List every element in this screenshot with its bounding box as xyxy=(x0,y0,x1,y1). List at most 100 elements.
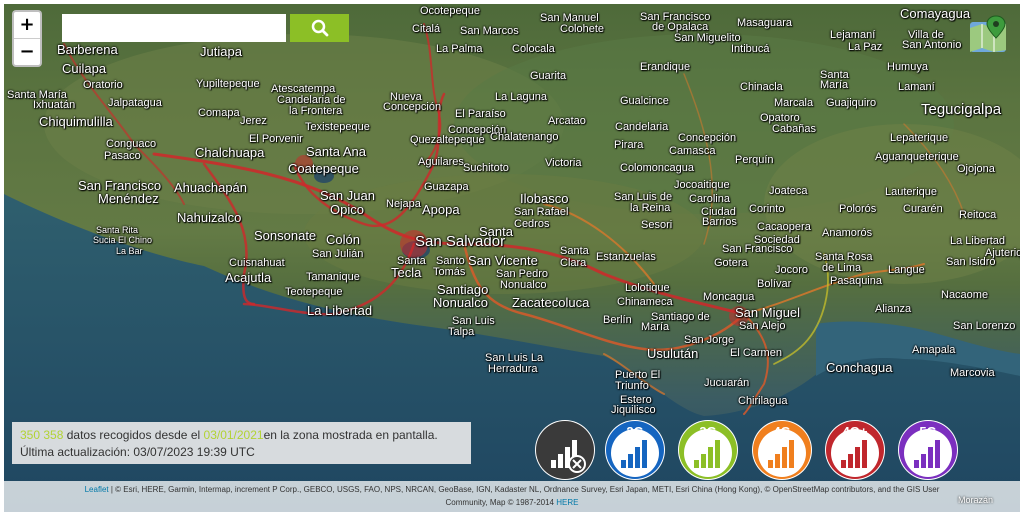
place-label: Morazán xyxy=(958,495,994,505)
place-label: Herradura xyxy=(488,363,538,375)
place-label: La Libertad xyxy=(307,303,373,318)
place-label: Perquín xyxy=(735,154,774,166)
tech-button-5g[interactable]: 5G xyxy=(898,420,958,480)
place-label: Ahuachapán xyxy=(174,180,248,195)
place-label: Cuisnahuat xyxy=(229,257,285,269)
place-label: Conchagua xyxy=(826,360,893,375)
place-label: la Reina xyxy=(630,202,671,214)
place-label: María xyxy=(641,321,670,333)
place-label: Candelaria xyxy=(615,121,669,133)
tech-button-none[interactable] xyxy=(535,420,595,480)
place-label: Masaguara xyxy=(737,17,793,29)
zoom-control: + − xyxy=(12,10,42,67)
map-layers-button[interactable] xyxy=(968,14,1008,54)
place-label: La Palma xyxy=(436,43,483,55)
place-label: Marcala xyxy=(774,97,814,109)
place-label: Santa Ana xyxy=(306,144,366,159)
place-label: Comayagua xyxy=(900,6,971,21)
place-label: Jalpatagua xyxy=(108,97,162,109)
place-label: Nonualco xyxy=(433,295,488,310)
place-label: Suchitoto xyxy=(463,162,509,174)
place-label: Lepaterique xyxy=(890,132,949,144)
place-label: Jiquilisco xyxy=(611,404,656,416)
place-label: Clara xyxy=(560,257,587,269)
tech-button-4g[interactable]: 4G xyxy=(752,420,812,480)
place-label: de Lima xyxy=(822,262,862,274)
place-label: Pirara xyxy=(614,139,644,151)
place-label: Tegucigalpa xyxy=(921,101,1002,118)
tech-button-3g[interactable]: 3G xyxy=(678,420,738,480)
place-label: Corinto xyxy=(749,203,785,215)
place-label: San Miguel xyxy=(735,305,801,320)
attribution: Leaflet | © Esri, HERE, Garmin, Intermap… xyxy=(4,481,1020,512)
place-label: Tomás xyxy=(433,266,466,278)
place-label: Santa xyxy=(560,245,589,257)
place-label: Jucuarán xyxy=(704,377,750,389)
search-button[interactable] xyxy=(290,14,349,42)
tech-label: 4G+ xyxy=(842,424,868,439)
place-label: Chinameca xyxy=(617,296,673,308)
place-label: La Laguna xyxy=(495,91,547,103)
search-input[interactable] xyxy=(62,14,286,42)
place-label: Texistepeque xyxy=(305,121,370,133)
zoom-in-button[interactable]: + xyxy=(14,12,40,39)
place-label: Sucia El Chino xyxy=(93,235,153,245)
place-label: Ocotepeque xyxy=(420,5,480,17)
place-label: Aguilares xyxy=(418,156,464,168)
place-label: Ojojona xyxy=(957,163,995,175)
place-label: San Juan xyxy=(320,188,375,203)
place-label: Quezaltepeque xyxy=(410,134,485,146)
place-label: Nacaome xyxy=(941,289,989,301)
place-label: Cacaopera xyxy=(757,221,811,233)
tech-label: 2G xyxy=(626,424,644,439)
place-label: El Carmen xyxy=(730,347,782,359)
info-text-1: datos recogidos desde el xyxy=(66,428,201,442)
place-label: Tecla xyxy=(391,265,422,280)
place-label: Sonsonate xyxy=(254,228,317,243)
place-label: Santa xyxy=(479,224,513,239)
data-count: 350 358 xyxy=(20,428,64,442)
place-label: La Libertad xyxy=(950,235,1006,247)
data-start-date: 03/01/2021 xyxy=(203,428,264,442)
place-label: El Porvenir xyxy=(249,133,303,145)
place-label: Coatepeque xyxy=(288,161,359,176)
here-link[interactable]: HERE xyxy=(556,498,578,507)
place-label: Marcovia xyxy=(950,367,995,379)
leaflet-link[interactable]: Leaflet xyxy=(85,485,109,494)
place-label: Arcatao xyxy=(548,115,586,127)
search-box xyxy=(62,14,349,42)
place-label: Barrios xyxy=(702,216,737,228)
place-label: Comapa xyxy=(198,107,240,119)
place-label: San Rafael xyxy=(514,206,569,218)
place-label: Lauterique xyxy=(885,186,937,198)
place-label: Moncagua xyxy=(703,291,755,303)
place-label: Berlín xyxy=(603,314,632,326)
place-label: Usulután xyxy=(647,346,699,361)
place-label: María xyxy=(820,79,849,91)
place-label: Apopa xyxy=(422,202,460,217)
tech-button-4gplus[interactable]: 4G+ xyxy=(825,420,885,480)
place-label: Cabañas xyxy=(772,123,817,135)
place-label: El Paraíso xyxy=(455,108,506,120)
place-label: Amapala xyxy=(912,344,956,356)
place-label: Yupiltepeque xyxy=(196,78,260,90)
place-label: Erandique xyxy=(640,61,691,73)
place-label: San Alejo xyxy=(739,320,786,332)
place-label: La Paz xyxy=(848,41,883,53)
info-line-1: 350 358 datos recogidos desde el 03/01/2… xyxy=(20,427,463,444)
tech-label: 3G xyxy=(699,424,717,439)
place-label: San Antonio xyxy=(902,39,962,51)
place-label: Reitoca xyxy=(959,209,997,221)
place-label: Colocala xyxy=(512,43,555,55)
place-label: Chiquimulilla xyxy=(39,114,113,129)
place-label: Cedros xyxy=(514,218,550,230)
place-label: Chirilagua xyxy=(738,395,788,407)
place-label: Lejamaní xyxy=(830,29,876,41)
place-label: Estanzuelas xyxy=(596,251,656,263)
search-icon xyxy=(311,19,328,37)
tech-button-2g[interactable]: 2G xyxy=(605,420,665,480)
place-label: Ilobasco xyxy=(520,191,569,206)
place-label: Colomoncagua xyxy=(620,162,694,174)
place-label: Jerez xyxy=(240,115,267,127)
zoom-out-button[interactable]: − xyxy=(14,39,40,65)
